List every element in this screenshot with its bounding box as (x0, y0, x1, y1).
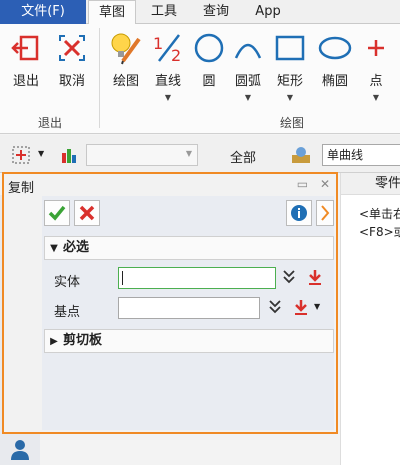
arc-icon (228, 28, 268, 68)
circle-label: 圆 (202, 74, 216, 89)
right-pane-header: 零件 (341, 173, 400, 195)
tab-tools[interactable]: 工具 (140, 0, 188, 24)
panel-body: ▼ 必选 实体 基点 ▼ ▶ 剪切板 (42, 196, 334, 430)
section-required-header[interactable]: ▼ 必选 (44, 236, 334, 260)
right-pane: 零件 <单击右 <F8>或 (340, 173, 400, 465)
ellipse-label: 椭圆 (321, 74, 348, 89)
basepoint-input[interactable] (118, 297, 260, 319)
section-clipboard-label: 剪切板 (63, 333, 103, 348)
group-label-draw: 绘图 (280, 116, 305, 130)
ellipse-button[interactable]: 椭圆 (315, 28, 355, 89)
draw-button[interactable]: 绘图 (106, 28, 146, 89)
copy-panel: 复制 ▭ ✕ ▼ 必选 实体 基点 ▼ ▶ 剪切板 (2, 172, 338, 434)
chevron-down-icon[interactable]: ▼ (356, 93, 396, 102)
chevron-down-icon[interactable]: ▼ (148, 93, 188, 102)
tab-file[interactable]: 文件(F) (0, 0, 86, 24)
tab-sketch[interactable]: 草图 (88, 0, 136, 25)
text-caret (122, 271, 123, 285)
ellipse-icon (315, 28, 355, 68)
rectangle-icon (270, 28, 310, 68)
entity-input[interactable] (118, 267, 276, 289)
curve-type-select[interactable]: 单曲线 (322, 144, 400, 166)
x-icon (79, 205, 95, 221)
user-icon[interactable] (6, 435, 34, 463)
confirm-button[interactable] (44, 200, 70, 226)
entity-label: 实体 (54, 275, 81, 290)
tab-query[interactable]: 查询 (192, 0, 240, 24)
svg-text:2: 2 (171, 46, 181, 65)
pin-icon[interactable]: ▭ (297, 177, 308, 191)
group-label-exit: 退出 (38, 116, 63, 130)
line-button[interactable]: 1 2 直线 ▼ (148, 28, 188, 102)
tab-app[interactable]: App (244, 0, 292, 24)
ribbon-panel: 退出 取消 绘图 1 2 直线 ▼ 圆 圆弧 ▼ 矩形 ▼ 椭圆 点 ▼ 退出 … (0, 24, 400, 134)
double-chevron-icon[interactable] (282, 269, 296, 288)
section-required-label: 必选 (63, 240, 90, 255)
info-button[interactable] (286, 200, 312, 226)
point-icon (356, 28, 396, 68)
circle-icon (189, 28, 229, 68)
expand-icon: ▶ (50, 336, 58, 347)
ribbon-tab-bar: 文件(F) 草图 工具 查询 App (0, 0, 400, 25)
exit-label: 退出 (12, 74, 39, 89)
line-label: 直线 (154, 74, 181, 89)
cancel-label: 取消 (58, 74, 85, 89)
exit-icon (6, 28, 46, 68)
expand-button[interactable] (316, 200, 334, 226)
line-icon: 1 2 (148, 28, 188, 68)
point-label: 点 (369, 74, 383, 89)
arrow-right-icon (321, 205, 330, 221)
hint-text-2: <F8>或 (359, 225, 400, 239)
arc-button[interactable]: 圆弧 ▼ (228, 28, 268, 102)
close-icon[interactable]: ✕ (320, 177, 330, 191)
select-type-icon[interactable] (290, 145, 312, 168)
filter-combo[interactable]: ▼ (86, 144, 198, 166)
pencil-bulb-icon (106, 28, 146, 68)
cancel-button[interactable]: 取消 (52, 28, 92, 89)
point-button[interactable]: 点 ▼ (356, 28, 396, 102)
chevron-down-icon: ▼ (185, 149, 192, 158)
pick-arrow-icon[interactable] (292, 298, 310, 319)
double-chevron-icon[interactable] (268, 299, 282, 318)
arc-label: 圆弧 (234, 74, 261, 89)
cancel-panel-button[interactable] (74, 200, 100, 226)
exit-button[interactable]: 退出 (6, 28, 46, 89)
color-filter-icon[interactable] (60, 145, 80, 168)
hint-text-1: <单击右 (359, 207, 400, 221)
cancel-icon (52, 28, 92, 68)
pick-arrow-icon[interactable] (306, 268, 324, 289)
panel-title: 复制 (8, 181, 35, 196)
chevron-down-icon[interactable]: ▼ (314, 302, 320, 311)
draw-label: 绘图 (112, 74, 139, 89)
panel-controls: ▭ ✕ (297, 177, 330, 191)
chevron-down-icon[interactable]: ▼ (228, 93, 268, 102)
circle-button[interactable]: 圆 (189, 28, 229, 89)
basepoint-label: 基点 (54, 305, 81, 320)
rectangle-label: 矩形 (276, 74, 303, 89)
svg-text:1: 1 (153, 34, 163, 53)
chevron-down-icon[interactable]: ▼ (38, 149, 44, 158)
quick-toolbar: ▼ ▼ 全部 单曲线 (0, 135, 400, 173)
ribbon-divider (99, 28, 100, 128)
info-icon (291, 205, 307, 221)
pick-filter-icon[interactable] (12, 145, 34, 168)
chevron-down-icon[interactable]: ▼ (270, 93, 310, 102)
filter-all-label[interactable]: 全部 (230, 147, 256, 166)
rectangle-button[interactable]: 矩形 ▼ (270, 28, 310, 102)
collapse-icon: ▼ (50, 243, 58, 254)
section-clipboard-header[interactable]: ▶ 剪切板 (44, 329, 334, 353)
check-icon (48, 205, 66, 221)
